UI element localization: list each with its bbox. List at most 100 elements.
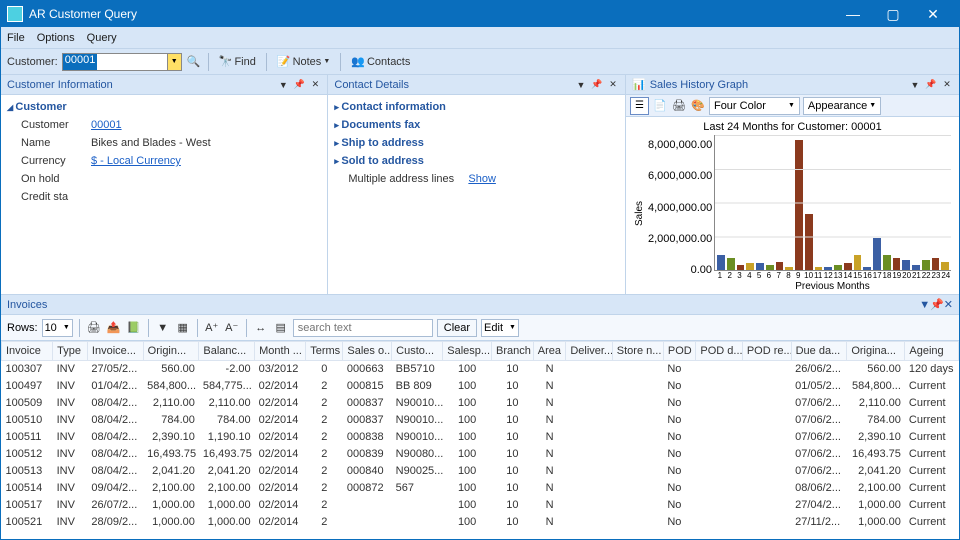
columns-icon[interactable]: ▦	[175, 320, 191, 336]
column-header[interactable]: Origina...	[847, 342, 905, 361]
column-header[interactable]: Invoice	[2, 342, 53, 361]
ship-to-section[interactable]: Ship to address	[334, 137, 619, 149]
chart-bar	[873, 238, 881, 270]
export-icon[interactable]: 📤	[106, 320, 122, 336]
contact-info-section[interactable]: Contact information	[334, 101, 619, 113]
chart-view-button[interactable]: ☰	[630, 97, 649, 115]
dropdown-icon[interactable]: ▼	[575, 79, 587, 91]
column-header[interactable]: POD	[663, 342, 696, 361]
chart-bar	[902, 260, 910, 270]
appearance-select[interactable]: Appearance▼	[803, 97, 881, 115]
column-header[interactable]: Month ...	[255, 342, 306, 361]
print-icon[interactable]: 🖨	[671, 98, 687, 114]
rows-select[interactable]: 10▼	[42, 319, 73, 337]
invoices-toolbar: Rows: 10▼ 🖨 📤 📗 ▼ ▦ A⁺ A⁻ ↔ ▤ Clear Edit…	[1, 315, 959, 341]
find-button[interactable]: 🔭Find	[215, 55, 260, 68]
contact-details-header: Contact Details ▼ 📌 ✕	[328, 75, 625, 95]
column-header[interactable]: Deliver...	[566, 342, 612, 361]
menu-options[interactable]: Options	[37, 32, 75, 44]
column-header[interactable]: POD d...	[696, 342, 742, 361]
sold-to-section[interactable]: Sold to address	[334, 155, 619, 167]
menu-bar: File Options Query	[1, 27, 959, 49]
table-row[interactable]: 100517INV26/07/2...1,000.001,000.0002/20…	[2, 497, 959, 514]
column-header[interactable]: Ageing	[905, 342, 959, 361]
font-increase-icon[interactable]: A⁺	[204, 320, 220, 336]
search-icon[interactable]: 🔍	[186, 54, 202, 70]
maximize-button[interactable]: ▢	[873, 1, 913, 27]
menu-query[interactable]: Query	[87, 32, 117, 44]
show-link[interactable]: Show	[468, 173, 496, 185]
customer-section[interactable]: Customer	[7, 101, 321, 113]
dropdown-icon[interactable]: ▼	[909, 79, 921, 91]
currency-link[interactable]: $ - Local Currency	[91, 155, 181, 167]
column-header[interactable]: Due da...	[791, 342, 847, 361]
column-header[interactable]: Sales o...	[343, 342, 392, 361]
column-header[interactable]: Custo...	[392, 342, 443, 361]
column-header[interactable]: Salesp...	[443, 342, 492, 361]
binoculars-icon: 🔭	[219, 55, 233, 68]
column-header[interactable]: Terms	[306, 342, 343, 361]
notes-button[interactable]: 📝Notes▼	[273, 55, 334, 68]
close-icon[interactable]: ✕	[944, 298, 953, 311]
table-row[interactable]: 100497INV01/04/2...584,800...584,775...0…	[2, 378, 959, 395]
table-row[interactable]: 100512INV08/04/2...16,493.7516,493.7502/…	[2, 446, 959, 463]
autofit-icon[interactable]: ↔	[253, 320, 269, 336]
table-row[interactable]: 100510INV08/04/2...784.00784.0002/201420…	[2, 412, 959, 429]
table-row[interactable]: 100514INV09/04/2...2,100.002,100.0002/20…	[2, 480, 959, 497]
column-header[interactable]: Type	[53, 342, 88, 361]
dropdown-icon[interactable]: ▼	[277, 79, 289, 91]
grid-icon[interactable]: ▤	[273, 320, 289, 336]
customer-input[interactable]: 00001 ▼	[62, 53, 182, 71]
column-header[interactable]: Area	[533, 342, 566, 361]
documents-fax-section[interactable]: Documents fax	[334, 119, 619, 131]
close-icon[interactable]: ✕	[607, 79, 619, 91]
font-decrease-icon[interactable]: A⁻	[224, 320, 240, 336]
column-header[interactable]: Store n...	[612, 342, 663, 361]
search-input[interactable]	[293, 319, 433, 337]
pin-icon[interactable]: 📌	[293, 79, 305, 91]
copy-icon[interactable]: 📄	[652, 98, 668, 114]
minimize-button[interactable]: —	[833, 1, 873, 27]
chart-bar	[737, 265, 745, 270]
color-scheme-select[interactable]: Four Color▼	[709, 97, 800, 115]
invoices-header: Invoices ▼ 📌 ✕	[1, 295, 959, 315]
menu-file[interactable]: File	[7, 32, 25, 44]
edit-button[interactable]: Edit▼	[481, 319, 519, 337]
table-row[interactable]: 100509INV08/04/2...2,110.002,110.0002/20…	[2, 395, 959, 412]
dropdown-icon[interactable]: ▼	[919, 299, 930, 311]
filter-icon[interactable]: ▼	[155, 320, 171, 336]
print-icon[interactable]: 🖨	[86, 320, 102, 336]
main-toolbar: Customer: 00001 ▼ 🔍 🔭Find 📝Notes▼ 👥Conta…	[1, 49, 959, 75]
contacts-button[interactable]: 👥Contacts	[347, 55, 414, 68]
chart-bar	[941, 262, 949, 270]
close-button[interactable]: ✕	[913, 1, 953, 27]
customer-label: Customer:	[7, 56, 58, 68]
clear-button[interactable]: Clear	[437, 319, 477, 337]
chart-bar	[727, 258, 735, 270]
table-row[interactable]: 100511INV08/04/2...2,390.101,190.1002/20…	[2, 429, 959, 446]
chart-bar	[824, 267, 832, 270]
close-icon[interactable]: ✕	[309, 79, 321, 91]
palette-icon[interactable]: 🎨	[690, 98, 706, 114]
y-axis-label: Sales	[634, 135, 648, 292]
excel-icon[interactable]: 📗	[126, 320, 142, 336]
column-header[interactable]: Branch	[492, 342, 534, 361]
contacts-icon: 👥	[351, 55, 365, 68]
pin-icon[interactable]: 📌	[930, 298, 944, 311]
column-header[interactable]: Balanc...	[199, 342, 255, 361]
chart-bar	[932, 258, 940, 270]
table-row[interactable]: 100307INV27/05/2...560.00-2.0003/2012000…	[2, 361, 959, 378]
dropdown-icon[interactable]: ▼	[167, 54, 181, 70]
invoices-grid[interactable]: InvoiceTypeInvoice...Origin...Balanc...M…	[1, 341, 959, 539]
column-header[interactable]: POD re...	[742, 342, 791, 361]
column-header[interactable]: Origin...	[143, 342, 199, 361]
customer-link[interactable]: 00001	[91, 119, 122, 131]
table-row[interactable]: 100521INV28/09/2...1,000.001,000.0002/20…	[2, 514, 959, 531]
table-row[interactable]: 100513INV08/04/2...2,041.202,041.2002/20…	[2, 463, 959, 480]
column-header[interactable]: Invoice...	[87, 342, 143, 361]
pin-icon[interactable]: 📌	[591, 79, 603, 91]
customer-value: 00001	[63, 54, 98, 70]
chart-bar	[785, 267, 793, 270]
close-icon[interactable]: ✕	[941, 79, 953, 91]
pin-icon[interactable]: 📌	[925, 79, 937, 91]
